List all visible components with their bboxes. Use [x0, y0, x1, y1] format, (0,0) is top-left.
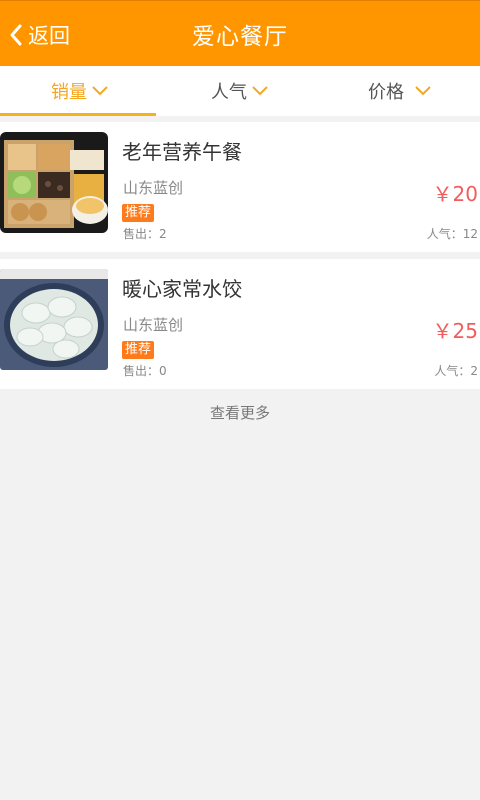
item-sold-count: 售出：0 [123, 364, 167, 378]
item-price: ￥25 [432, 319, 478, 343]
tab-sales[interactable]: 销量 [0, 66, 160, 116]
recommend-badge: 推荐 [122, 204, 155, 222]
tab-label: 人气 [211, 82, 247, 103]
recommend-badge: 推荐 [122, 341, 155, 359]
top-bar: 返回 爱心餐厅 [0, 0, 480, 66]
bento-lunch-photo [0, 132, 108, 233]
tab-label: 价格 [368, 82, 404, 103]
chevron-down-icon [414, 81, 432, 102]
item-name: 暖心家常水饺 [122, 277, 242, 301]
sort-tabs: 销量 人气 价格 [0, 66, 480, 116]
item-name: 老年营养午餐 [122, 140, 242, 164]
app-screen: 返回 爱心餐厅 销量 人气 价格 老年营养午餐 山东蓝创 推荐 售出：2 ￥20… [0, 0, 480, 800]
item-shop: 山东蓝创 [123, 316, 184, 334]
list-item[interactable]: 暖心家常水饺 山东蓝创 推荐 售出：0 ￥25 人气：2 [0, 259, 480, 389]
product-list: 老年营养午餐 山东蓝创 推荐 售出：2 ￥20 人气：12 暖心家常水饺 山东蓝… [0, 122, 480, 396]
item-popularity: 人气：2 [434, 364, 478, 378]
active-tab-indicator [0, 113, 156, 116]
list-item[interactable]: 老年营养午餐 山东蓝创 推荐 售出：2 ￥20 人气：12 [0, 122, 480, 252]
tab-price[interactable]: 价格 [320, 66, 480, 116]
item-sold-count: 售出：2 [123, 227, 167, 241]
tab-label: 销量 [51, 82, 87, 103]
item-popularity: 人气：12 [426, 227, 478, 241]
item-price: ￥20 [432, 182, 478, 206]
load-more-link[interactable]: 查看更多 [0, 402, 480, 423]
chevron-down-icon [91, 81, 109, 102]
dumplings-photo [0, 269, 108, 370]
tab-popularity[interactable]: 人气 [160, 66, 320, 116]
item-shop: 山东蓝创 [123, 179, 184, 197]
chevron-down-icon [251, 81, 269, 102]
page-title: 爱心餐厅 [192, 24, 288, 50]
